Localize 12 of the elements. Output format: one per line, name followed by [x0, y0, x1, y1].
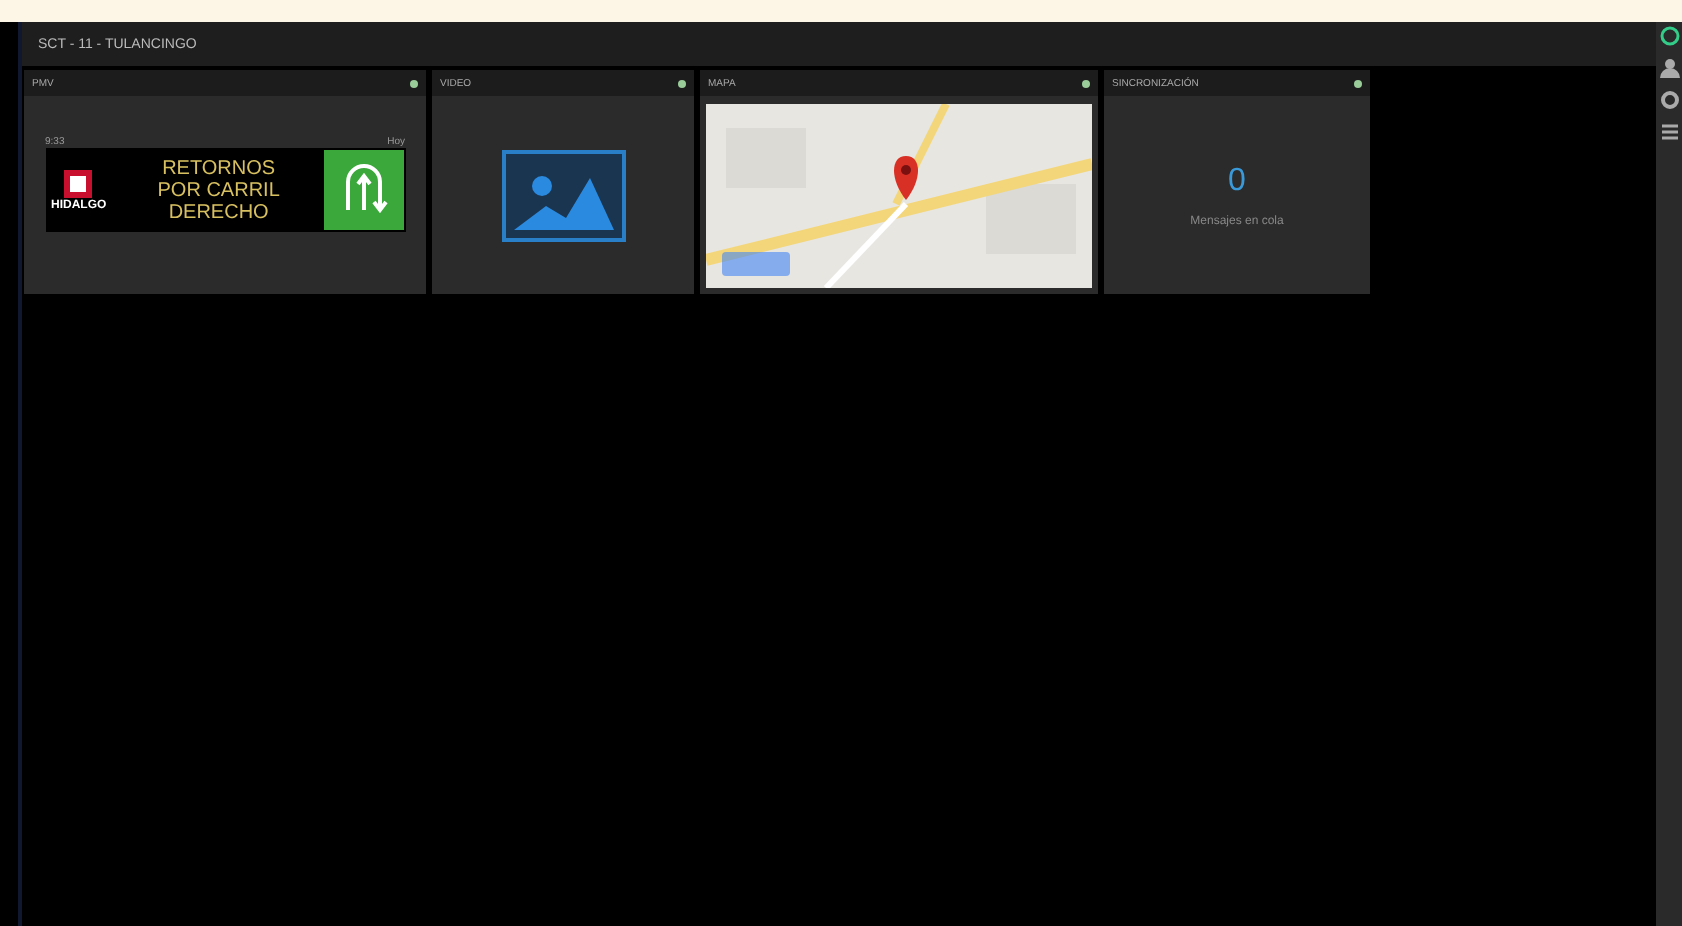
status-icon [410, 79, 418, 87]
sliders-icon[interactable] [1659, 122, 1679, 142]
return-arrows-icon [324, 150, 405, 230]
message-count: 0 [1228, 163, 1246, 199]
status-icon [678, 79, 686, 87]
sign-line: DERECHO [166, 201, 271, 223]
status-icon [1082, 79, 1090, 87]
user-icon[interactable] [1659, 58, 1679, 78]
status-icon [1354, 79, 1362, 87]
sign-line: RETORNOS [160, 157, 278, 179]
sign-line: POR CARRIL [157, 179, 280, 201]
image-placeholder-icon [501, 149, 625, 241]
